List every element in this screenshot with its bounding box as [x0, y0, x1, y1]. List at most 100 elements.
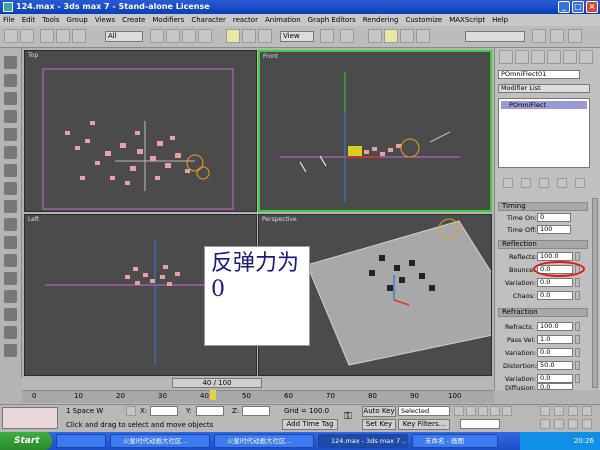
taskbar-item-4[interactable]: 未命名 - 画图 — [412, 434, 498, 448]
set-key-button[interactable]: Set Key — [362, 419, 396, 430]
tool-icon-6[interactable] — [4, 146, 17, 159]
motion-tab-icon[interactable] — [547, 50, 561, 64]
zoom-all-icon[interactable] — [554, 406, 564, 416]
window-crossing-icon[interactable] — [198, 29, 212, 43]
minimize-button[interactable]: _ — [558, 1, 570, 13]
pin-stack-icon[interactable] — [503, 178, 513, 188]
menu-character[interactable]: Character — [191, 14, 226, 26]
field-of-view-icon[interactable] — [540, 419, 550, 429]
chaos-field[interactable]: 0.0 — [537, 291, 573, 300]
tool-icon-11[interactable] — [4, 236, 17, 249]
reflection-variation-spinner[interactable] — [575, 278, 580, 287]
menu-group[interactable]: Group — [67, 14, 88, 26]
refracts-spinner[interactable] — [575, 322, 580, 331]
tool-icon-5[interactable] — [4, 128, 17, 141]
reference-coordinate-dropdown[interactable]: View — [280, 31, 314, 42]
menu-maxscript[interactable]: MAXScript — [449, 14, 485, 26]
pass-vel-field[interactable]: 1.0 — [537, 335, 573, 344]
remove-modifier-icon[interactable] — [557, 178, 567, 188]
named-selection-sets-dropdown[interactable] — [465, 31, 525, 42]
menu-graph-editors[interactable]: Graph Editors — [308, 14, 356, 26]
select-object-icon[interactable] — [150, 29, 164, 43]
key-mode-dropdown[interactable]: Selected — [398, 406, 450, 416]
reflects-spinner[interactable] — [575, 252, 580, 261]
tool-icon-7[interactable] — [4, 164, 17, 177]
key-filters-button[interactable]: Key Filters... — [398, 419, 450, 430]
maximize-viewport-icon[interactable] — [582, 419, 592, 429]
redo-icon[interactable] — [20, 29, 34, 43]
select-rotate-icon[interactable] — [242, 29, 256, 43]
previous-frame-icon[interactable] — [466, 406, 476, 416]
link-icon[interactable] — [40, 29, 54, 43]
y-coordinate-field[interactable] — [196, 406, 224, 416]
menu-modifiers[interactable]: Modifiers — [152, 14, 184, 26]
menu-tools[interactable]: Tools — [42, 14, 59, 26]
utilities-tab-icon[interactable] — [579, 50, 593, 64]
time-off-field[interactable]: 100 — [537, 225, 571, 234]
tool-icon-16[interactable] — [4, 326, 17, 339]
distortion-variation-field[interactable]: 0.0 — [537, 374, 573, 383]
unlink-icon[interactable] — [56, 29, 70, 43]
reflection-header[interactable]: Reflection — [498, 240, 588, 249]
spinner-snap-icon[interactable] — [416, 29, 430, 43]
refraction-variation-spinner[interactable] — [575, 348, 580, 357]
next-frame-icon[interactable] — [490, 406, 500, 416]
refraction-variation-field[interactable]: 0.0 — [537, 348, 573, 357]
play-icon[interactable] — [478, 406, 488, 416]
viewport-top[interactable]: Top — [24, 50, 257, 212]
configure-sets-icon[interactable] — [575, 178, 585, 188]
tool-icon-3[interactable] — [4, 92, 17, 105]
menu-rendering[interactable]: Rendering — [363, 14, 399, 26]
menu-reactor[interactable]: reactor — [233, 14, 258, 26]
reflection-variation-field[interactable]: 0.0 — [537, 278, 573, 287]
reflects-field[interactable]: 100.0 — [537, 252, 573, 261]
go-to-start-icon[interactable] — [454, 406, 464, 416]
menu-edit[interactable]: Edit — [22, 14, 36, 26]
pivot-center-icon[interactable] — [320, 29, 334, 43]
menu-customize[interactable]: Customize — [405, 14, 442, 26]
distortion-spinner[interactable] — [575, 361, 580, 370]
arc-rotate-icon[interactable] — [568, 419, 578, 429]
percent-snap-icon[interactable] — [400, 29, 414, 43]
time-slider[interactable]: 40 / 100 — [172, 378, 262, 388]
modifier-stack-item[interactable]: POmniFlect — [501, 101, 587, 109]
add-time-tag-button[interactable]: Add Time Tag — [282, 419, 338, 430]
object-name-field[interactable]: POmniFlect01 — [498, 70, 580, 79]
hierarchy-tab-icon[interactable] — [531, 50, 545, 64]
modify-tab-icon[interactable] — [515, 50, 529, 64]
tool-icon-1[interactable] — [4, 56, 17, 69]
bind-space-warp-icon[interactable] — [72, 29, 86, 43]
diffusion-field[interactable]: 0.0 — [537, 383, 573, 391]
material-editor-icon[interactable] — [532, 29, 546, 43]
tool-icon-10[interactable] — [4, 218, 17, 231]
select-by-name-icon[interactable] — [166, 29, 180, 43]
tool-icon-8[interactable] — [4, 182, 17, 195]
selection-filter-dropdown[interactable]: All — [105, 31, 143, 42]
panel-scrollbar[interactable] — [592, 198, 598, 388]
menu-create[interactable]: Create — [122, 14, 145, 26]
quick-render-icon[interactable] — [568, 29, 582, 43]
show-end-result-icon[interactable] — [521, 178, 531, 188]
maxscript-listener-mini[interactable] — [2, 407, 58, 429]
modifier-list-dropdown[interactable]: Modifier List — [498, 84, 590, 93]
make-unique-icon[interactable] — [539, 178, 549, 188]
menu-animation[interactable]: Animation — [265, 14, 301, 26]
tool-icon-9[interactable] — [4, 200, 17, 213]
chaos-spinner[interactable] — [575, 291, 580, 300]
auto-key-button[interactable]: Auto Key — [362, 406, 396, 417]
distortion-variation-spinner[interactable] — [575, 374, 580, 383]
tool-icon-12[interactable] — [4, 254, 17, 267]
render-scene-icon[interactable] — [550, 29, 564, 43]
refracts-field[interactable]: 100.0 — [537, 322, 573, 331]
create-tab-icon[interactable] — [499, 50, 513, 64]
tool-icon-15[interactable] — [4, 308, 17, 321]
select-move-icon[interactable] — [226, 29, 240, 43]
taskbar-item-1[interactable]: 火星时代动画大社区... — [110, 434, 210, 448]
angle-snap-icon[interactable] — [384, 29, 398, 43]
zoom-extents-icon[interactable] — [568, 406, 578, 416]
zoom-icon[interactable] — [540, 406, 550, 416]
mirror-icon[interactable] — [340, 29, 354, 43]
tool-icon-4[interactable] — [4, 110, 17, 123]
menu-views[interactable]: Views — [95, 14, 115, 26]
select-scale-icon[interactable] — [258, 29, 272, 43]
